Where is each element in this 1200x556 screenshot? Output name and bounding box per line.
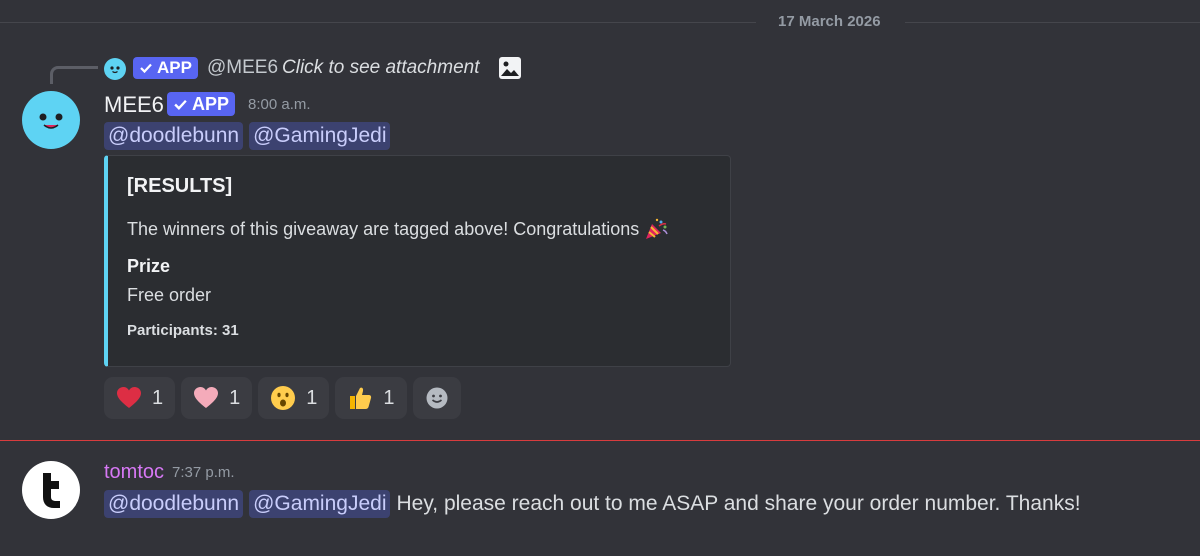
mee6-face-icon: [110, 66, 120, 74]
avatar[interactable]: [22, 461, 80, 519]
message-author[interactable]: tomtoc: [104, 461, 164, 484]
reaction-astonished[interactable]: 1: [258, 377, 330, 419]
message-timestamp[interactable]: 8:00 a.m.: [248, 96, 311, 113]
smiley-icon: [426, 387, 447, 409]
date-divider-line: [0, 22, 756, 23]
embed-description: The winners of this giveaway are tagged …: [127, 216, 669, 242]
checkmark-icon: [174, 99, 187, 110]
new-messages-divider: [0, 440, 1200, 441]
embed-description-text: The winners of this giveaway are tagged …: [127, 218, 640, 239]
embed-field-name: Prize: [127, 256, 171, 276]
embed-field-value: Free order: [127, 285, 212, 305]
date-divider-line: [905, 22, 1200, 23]
reaction-count: 1: [229, 386, 241, 409]
astonished-face-icon: [271, 386, 296, 410]
pink-heart-icon: [194, 387, 219, 408]
user-mention[interactable]: @GamingJedi: [249, 490, 391, 518]
reaction-red-heart[interactable]: 1: [104, 377, 176, 419]
reply-connector: [50, 66, 98, 84]
tomtoc-logo-icon: [43, 473, 60, 508]
embed-footer: Participants: 31: [127, 322, 239, 339]
reaction-pink-heart[interactable]: 1: [181, 377, 253, 419]
reply-author[interactable]: @MEE6: [207, 57, 278, 79]
user-mention[interactable]: @doodlebunn: [104, 490, 244, 518]
reaction-count: 1: [306, 386, 318, 409]
reply-app-badge-label: APP: [157, 58, 192, 77]
app-badge-label: APP: [192, 93, 230, 114]
avatar[interactable]: [22, 91, 80, 149]
reaction-count: 1: [152, 386, 164, 409]
reply-preview-text[interactable]: Click to see attachment: [282, 57, 479, 79]
thumbs-up-icon: [350, 387, 372, 409]
message-text: Hey, please reach out to me ASAP and sha…: [396, 492, 1081, 515]
checkmark-icon: [140, 63, 152, 74]
reply-avatar[interactable]: [104, 58, 126, 80]
reaction-count: 1: [383, 386, 395, 409]
reaction-thumbs-up[interactable]: 1: [335, 377, 407, 419]
red-heart-icon: [117, 387, 141, 408]
party-popper-icon: [646, 218, 669, 239]
reply-app-badge: APP: [133, 57, 198, 79]
reactions-bar: 1 1 1 1: [104, 377, 461, 419]
message-timestamp[interactable]: 7:37 p.m.: [172, 464, 235, 481]
message-author[interactable]: MEE6: [104, 92, 164, 118]
user-mention[interactable]: @GamingJedi: [249, 122, 391, 150]
app-badge: APP: [167, 92, 236, 116]
message-content: @doodlebunn @GamingJedi Hey, please reac…: [104, 490, 1081, 518]
add-reaction-button[interactable]: [412, 377, 461, 419]
mentions-row: @doodlebunn @GamingJedi: [104, 122, 391, 150]
image-attachment-icon: [498, 56, 522, 80]
user-mention[interactable]: @doodlebunn: [104, 122, 244, 150]
date-divider-label: 17 March 2026: [778, 13, 881, 30]
embed-title: [RESULTS]: [127, 175, 233, 197]
mee6-face-icon: [39, 113, 63, 129]
